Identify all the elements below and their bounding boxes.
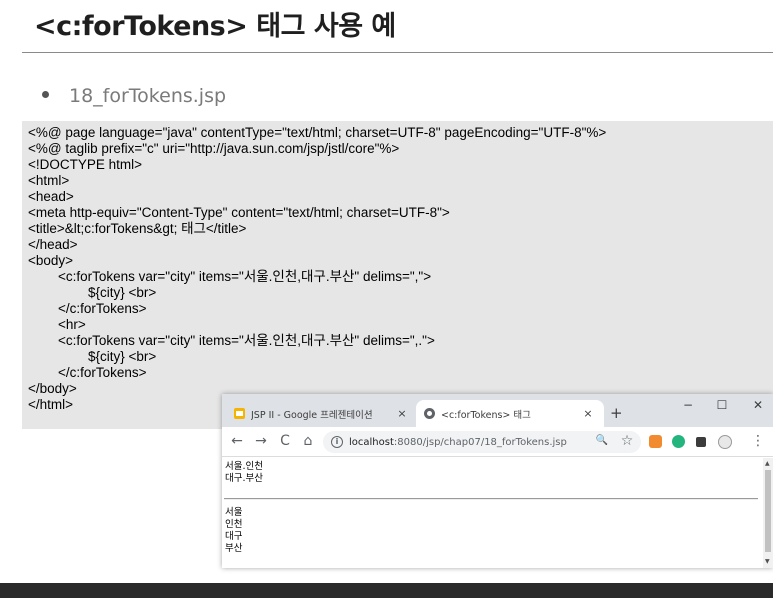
home-button[interactable]: ⌂ [299,433,317,449]
extension-icon-green[interactable] [672,435,685,448]
code-line: <hr> [28,317,86,332]
code-line: </head> [28,237,78,252]
output-line: 인천 [225,519,243,530]
tab-google-slides[interactable]: JSP II - Google 프레젠테이션 × [228,400,418,427]
globe-icon [424,408,435,419]
bullet-dot [42,91,49,98]
output-line: 대구.부산 [225,473,263,484]
forward-button[interactable]: → [252,433,270,449]
tab-label: <c:forTokens> 태그 [441,409,531,421]
code-line: <%@ page language="java" contentType="te… [28,125,607,140]
code-line: <c:forTokens var="city" items="서울.인천,대구.… [28,269,432,284]
maximize-button[interactable]: ☐ [712,398,732,412]
tab-strip: JSP II - Google 프레젠테이션 × <c:forTokens> 태… [222,394,773,427]
code-line: <%@ taglib prefix="c" uri="http://java.s… [28,141,400,156]
code-line: <html> [28,173,70,188]
code-line: <meta http-equiv="Content-Type" content=… [28,205,450,220]
code-line: </html> [28,397,74,412]
zoom-icon[interactable]: 🔍 [593,435,611,446]
code-line: <head> [28,189,74,204]
close-window-button[interactable]: ✕ [748,398,768,412]
output-line: 부산 [225,543,243,554]
back-button[interactable]: ← [228,433,246,449]
code-line: <c:forTokens var="city" items="서울.인천,대구.… [28,333,435,348]
code-line: <!DOCTYPE html> [28,157,143,172]
title-divider [22,52,773,53]
close-tab-icon[interactable]: × [394,407,410,420]
page-content: 서울.인천 대구.부산 서울 인천 대구 부산 [222,458,762,568]
code-line: </c:forTokens> [28,301,147,316]
menu-icon[interactable]: ⋮ [749,433,767,449]
code-line: <title>&lt;c:forTokens&gt; 태그</title> [28,221,247,236]
url-path: :8080/jsp/chap07/18_forTokens.jsp [393,436,567,448]
output-line: 서울.인천 [225,461,263,472]
browser-toolbar: ← → C ⌂ i localhost:8080/jsp/chap07/18_f… [222,427,773,457]
code-line: <body> [28,253,74,268]
output-line: 대구 [225,531,243,542]
profile-avatar-icon[interactable] [718,435,732,449]
vertical-scrollbar[interactable]: ▲ ▼ [763,458,773,568]
new-tab-button[interactable]: + [610,404,623,422]
browser-window: JSP II - Google 프레젠테이션 × <c:forTokens> 태… [222,394,773,568]
url-host: localhost [349,436,394,448]
code-line: ${city} <br> [28,349,157,364]
scroll-down-arrow[interactable]: ▼ [765,558,770,565]
code-line: </c:forTokens> [28,365,147,380]
code-line: ${city} <br> [28,285,157,300]
tab-label: JSP II - Google 프레젠테이션 [251,409,373,421]
reload-button[interactable]: C [276,433,294,449]
bookmark-star-icon[interactable]: ☆ [618,433,636,449]
page-hr [224,498,758,500]
slides-icon [234,408,245,419]
extension-icon-orange[interactable] [649,435,662,448]
close-tab-icon[interactable]: × [580,407,596,420]
scroll-up-arrow[interactable]: ▲ [765,460,770,467]
slide-title: <c:forTokens> 태그 사용 예 [34,11,396,42]
info-icon[interactable]: i [331,436,343,448]
code-box: <%@ page language="java" contentType="te… [22,121,773,429]
output-line: 서울 [225,507,243,518]
code-line: </body> [28,381,77,396]
scroll-thumb[interactable] [765,470,771,552]
bullet-item: 18_forTokens.jsp [42,85,226,107]
bullet-text: 18_forTokens.jsp [69,85,227,107]
bottom-bar [0,583,773,598]
tab-fortokens[interactable]: <c:forTokens> 태그 × [416,400,604,427]
minimize-button[interactable]: − [678,398,698,412]
puzzle-extensions-icon[interactable] [696,437,706,447]
